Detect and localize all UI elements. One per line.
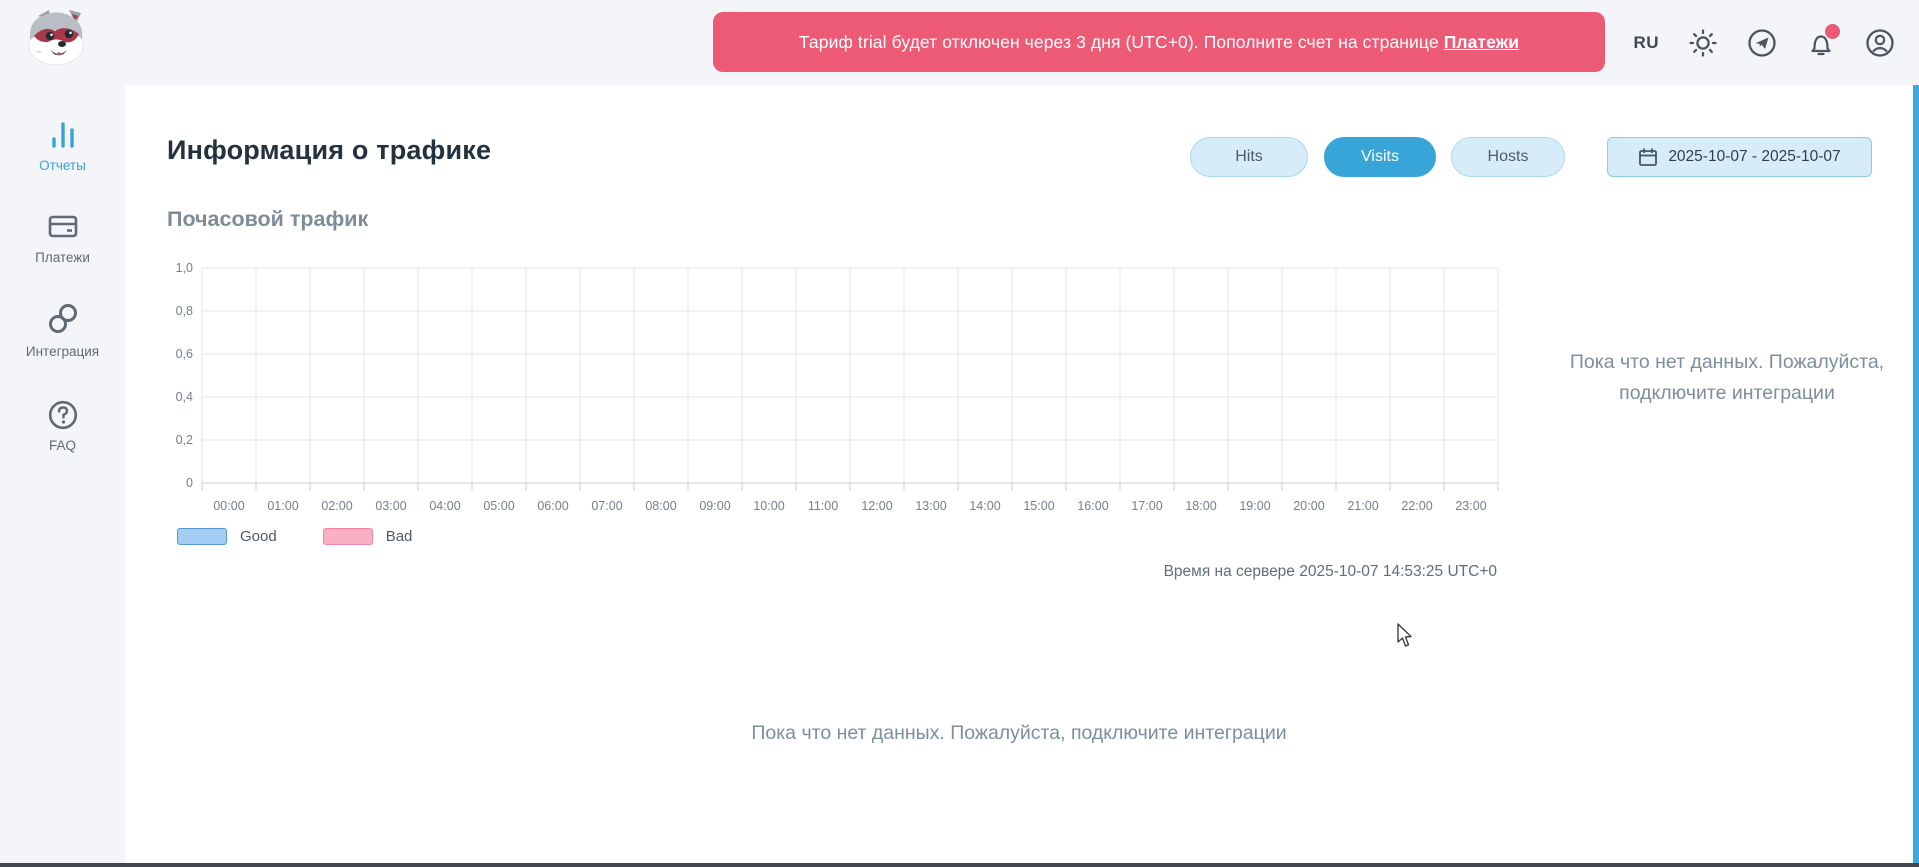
svg-text:19:00: 19:00 [1239,499,1270,513]
svg-text:20:00: 20:00 [1293,499,1324,513]
raccoon-logo-icon [25,8,89,68]
svg-text:09:00: 09:00 [699,499,730,513]
svg-text:22:00: 22:00 [1401,499,1432,513]
question-icon [46,398,80,432]
main-content: Информация о трафике Hits Visits Hosts 2… [125,85,1913,863]
svg-text:0,4: 0,4 [176,390,193,404]
sidebar [0,85,125,863]
no-data-message-bottom: Пока что нет данных. Пожалуйста, подключ… [125,722,1913,745]
svg-text:21:00: 21:00 [1347,499,1378,513]
svg-text:14:00: 14:00 [969,499,1000,513]
raccoon-logo[interactable] [25,8,89,70]
svg-text:00:00: 00:00 [213,499,244,513]
svg-text:1,0: 1,0 [176,261,193,275]
calendar-icon [1638,147,1658,167]
date-range-picker[interactable]: 2025-10-07 - 2025-10-07 [1607,137,1872,177]
tab-hosts[interactable]: Hosts [1451,137,1565,177]
svg-text:04:00: 04:00 [429,499,460,513]
sidebar-item-faq[interactable]: FAQ [0,398,125,453]
date-range-value: 2025-10-07 - 2025-10-07 [1668,148,1840,166]
sidebar-item-label: Интеграция [0,344,125,359]
hourly-traffic-chart: 1,0 0,8 0,6 0,4 0,2 0 00:00 01:00 02:00 03:00 04:0… [167,255,1527,535]
svg-text:03:00: 03:00 [375,499,406,513]
svg-text:06:00: 06:00 [537,499,568,513]
svg-text:23:00: 23:00 [1455,499,1486,513]
svg-text:08:00: 08:00 [645,499,676,513]
no-data-message-side: Пока что нет данных. Пожалуйста, подключ… [1520,347,1919,409]
svg-text:11:00: 11:00 [808,499,838,513]
svg-text:15:00: 15:00 [1023,499,1054,513]
svg-text:18:00: 18:00 [1185,499,1216,513]
sidebar-item-integration[interactable]: Интеграция [0,300,125,359]
svg-text:0,2: 0,2 [176,433,193,447]
chart-legend: Good Bad [177,528,412,545]
sidebar-item-label: Платежи [0,250,125,265]
svg-text:0,6: 0,6 [176,347,193,361]
language-switch[interactable]: RU [1633,33,1659,53]
payments-link[interactable]: Платежи [1444,32,1519,53]
svg-text:12:00: 12:00 [861,499,892,513]
svg-text:01:00: 01:00 [267,499,298,513]
svg-text:13:00: 13:00 [915,499,946,513]
svg-text:0: 0 [186,476,193,490]
window-bottom-edge [0,863,1919,867]
link-icon [45,300,81,338]
page-title: Информация о трафике [167,135,491,166]
tab-hits[interactable]: Hits [1190,137,1308,177]
svg-text:0,8: 0,8 [176,304,193,318]
legend-swatch-good [177,528,227,545]
user-icon [1865,28,1895,58]
server-time: Время на сервере 2025-10-07 14:53:25 UTC… [167,563,1497,581]
notification-badge [1825,24,1840,39]
legend-label-bad: Bad [386,528,413,545]
sidebar-item-label: Отчеты [0,158,125,173]
svg-text:05:00: 05:00 [483,499,514,513]
trial-warning-text: Тариф trial будет отключен через 3 дня (… [799,32,1439,53]
vertical-scrollbar[interactable] [1913,85,1919,863]
notifications-button[interactable] [1806,28,1836,58]
telegram-icon [1747,28,1777,58]
telegram-button[interactable] [1747,28,1777,58]
mouse-cursor [1395,623,1415,649]
credit-card-icon [46,210,80,244]
svg-text:17:00: 17:00 [1131,499,1162,513]
svg-text:02:00: 02:00 [321,499,352,513]
svg-text:10:00: 10:00 [753,499,784,513]
svg-text:07:00: 07:00 [591,499,622,513]
account-button[interactable] [1865,28,1895,58]
legend-swatch-bad [323,528,373,545]
sidebar-item-label: FAQ [0,438,125,453]
sidebar-item-reports[interactable]: Отчеты [0,118,125,173]
sidebar-item-payments[interactable]: Платежи [0,210,125,265]
theme-toggle-button[interactable] [1688,28,1718,58]
bar-chart-icon [47,118,79,152]
tab-visits[interactable]: Visits [1324,137,1436,177]
section-title: Почасовой трафик [167,207,368,232]
sun-icon [1688,28,1718,58]
chart-grid: 1,0 0,8 0,6 0,4 0,2 0 00:00 01:00 02:00 03:00 04:0… [167,255,1527,535]
legend-label-good: Good [240,528,277,545]
svg-text:16:00: 16:00 [1077,499,1108,513]
trial-warning-banner: Тариф trial будет отключен через 3 дня (… [713,12,1605,72]
